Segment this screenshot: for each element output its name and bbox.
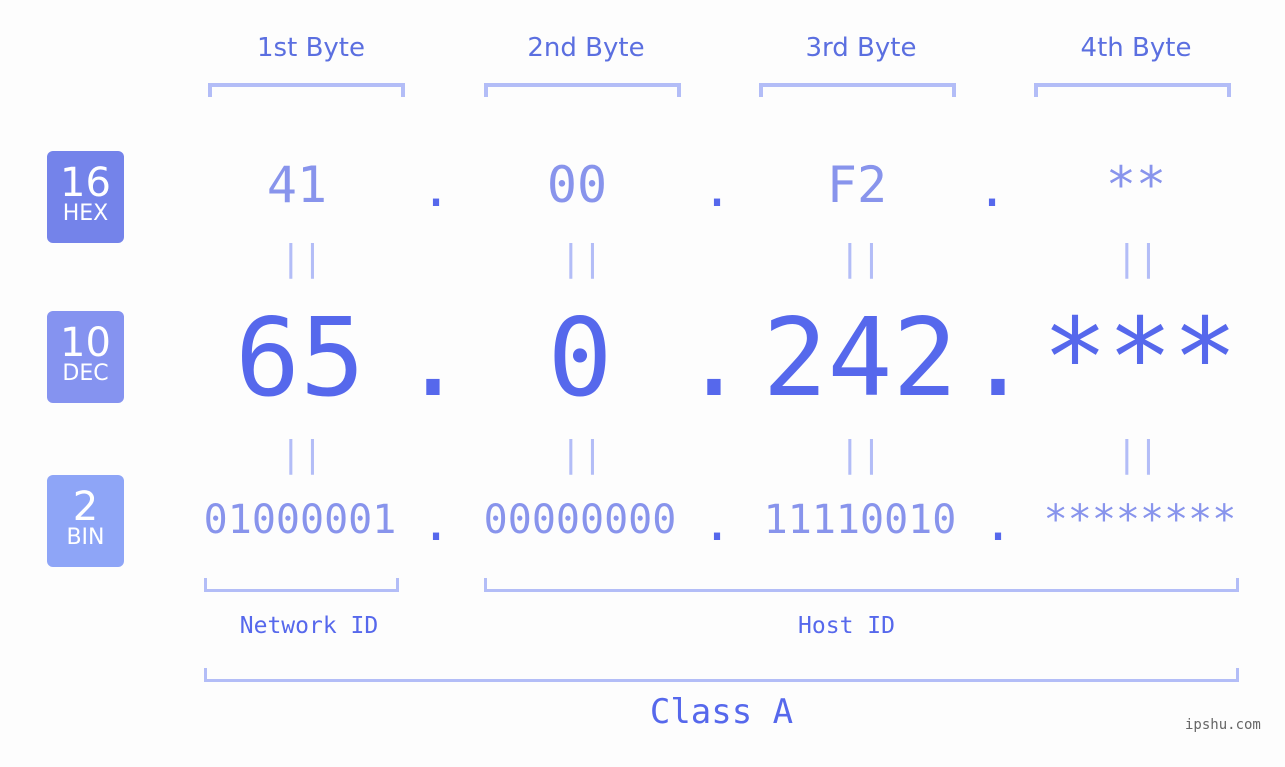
dec-badge: 10 DEC <box>47 311 124 403</box>
dec-byte-2: 0 <box>547 296 613 421</box>
hex-dot-2: . <box>701 160 733 218</box>
byte-header-3: 3rd Byte <box>805 33 917 63</box>
hex-badge: 16 HEX <box>47 151 124 243</box>
host-id-label: Host ID <box>798 613 895 639</box>
equals-sign: || <box>1116 238 1160 279</box>
dec-dot-2: . <box>681 296 747 421</box>
host-bracket <box>484 578 1239 592</box>
bin-byte-4: ******** <box>1043 497 1237 543</box>
bin-badge: 2 BIN <box>47 475 124 567</box>
bin-byte-1: 01000001 <box>203 497 397 543</box>
hex-dot-3: . <box>976 160 1008 218</box>
class-label: Class A <box>649 692 794 732</box>
equals-sign: || <box>839 238 883 279</box>
byte-bracket-1 <box>208 83 405 97</box>
byte-bracket-2 <box>484 83 681 97</box>
hex-byte-2: 00 <box>546 156 608 214</box>
bin-dot-1: . <box>420 494 452 552</box>
bin-dot-3: . <box>982 494 1014 552</box>
equals-sign: || <box>280 238 324 279</box>
hex-byte-3: F2 <box>826 156 888 214</box>
bin-byte-3: 11110010 <box>763 497 957 543</box>
hex-dot-1: . <box>420 160 452 218</box>
network-id-label: Network ID <box>239 613 379 639</box>
equals-sign: || <box>280 434 324 475</box>
dec-dot-1: . <box>400 296 466 421</box>
equals-sign: || <box>560 434 604 475</box>
watermark: ipshu.com <box>1185 717 1261 733</box>
hex-base: 16 <box>60 160 111 206</box>
bin-base: 2 <box>72 484 99 530</box>
byte-bracket-3 <box>759 83 956 97</box>
hex-byte-4: ** <box>1105 156 1167 214</box>
bin-dot-2: . <box>701 494 733 552</box>
dec-byte-1: 65 <box>234 296 366 421</box>
dec-label: DEC <box>62 361 109 386</box>
bin-byte-2: 00000000 <box>483 497 677 543</box>
dec-byte-4: *** <box>1042 296 1238 421</box>
bin-label: BIN <box>66 525 105 550</box>
dec-dot-3: . <box>965 296 1031 421</box>
equals-sign: || <box>560 238 604 279</box>
hex-label: HEX <box>62 201 109 226</box>
equals-sign: || <box>1116 434 1160 475</box>
byte-header-4: 4th Byte <box>1080 33 1192 63</box>
byte-header-1: 1st Byte <box>257 33 365 63</box>
equals-sign: || <box>839 434 883 475</box>
hex-byte-1: 41 <box>266 156 328 214</box>
dec-base: 10 <box>60 320 111 366</box>
byte-bracket-4 <box>1034 83 1231 97</box>
byte-header-2: 2nd Byte <box>527 33 645 63</box>
class-bracket <box>204 668 1239 682</box>
dec-byte-3: 242 <box>762 296 958 421</box>
network-bracket <box>204 578 399 592</box>
